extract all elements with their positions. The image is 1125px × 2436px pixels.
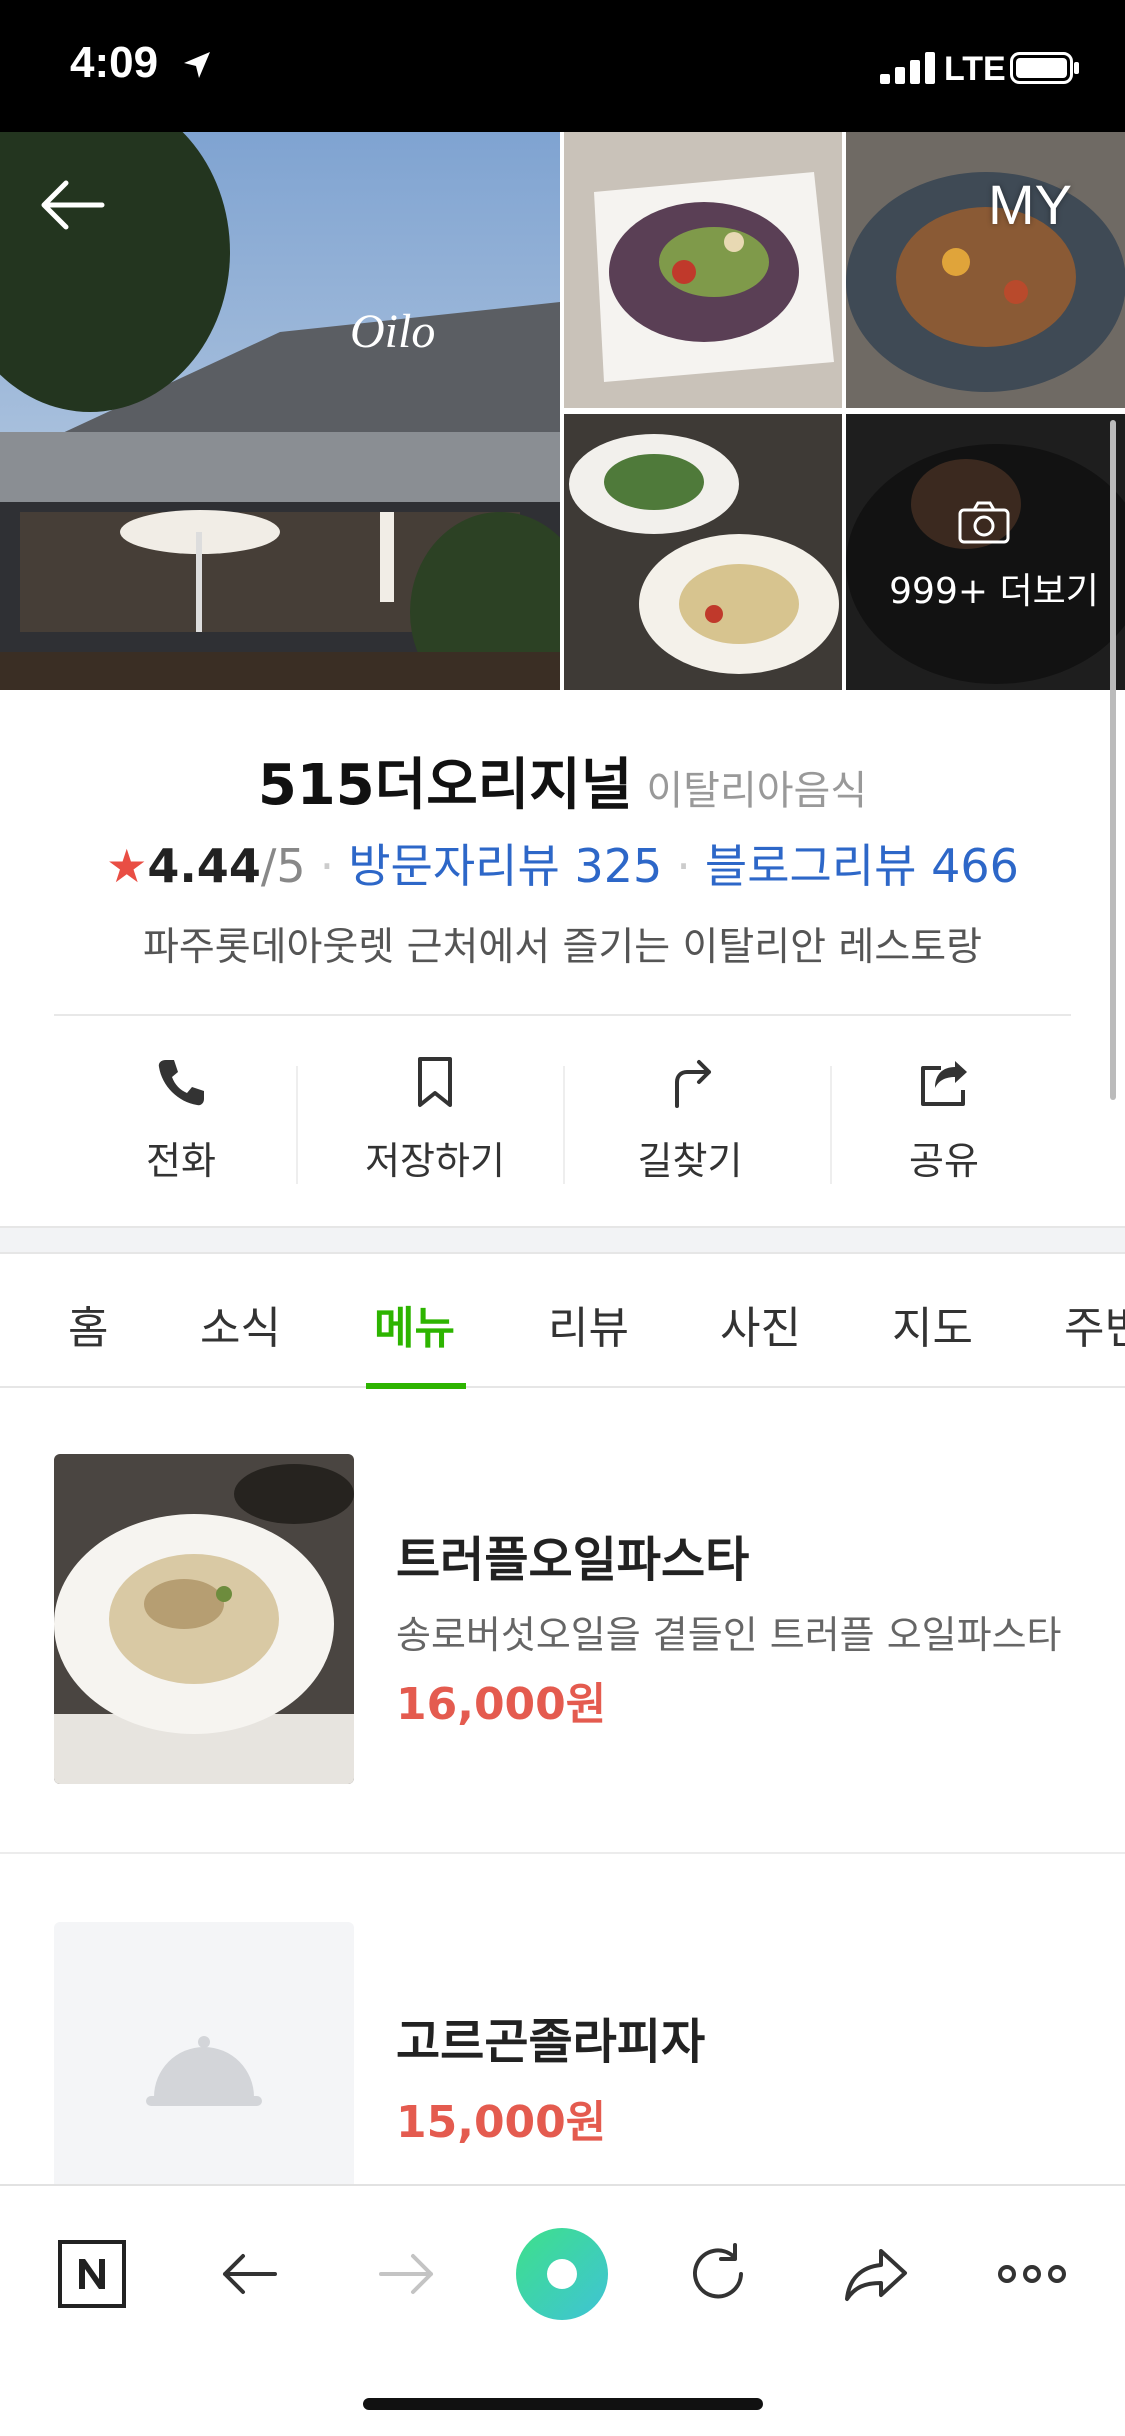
call-button[interactable]: 전화 bbox=[54, 1018, 308, 1218]
separator-dot: · bbox=[319, 839, 335, 893]
share-icon bbox=[921, 1061, 967, 1106]
place-description: 파주롯데아웃렛 근처에서 즐기는 이탈리안 레스토랑 bbox=[143, 925, 982, 970]
share-button[interactable]: 공유 bbox=[817, 1018, 1071, 1218]
bookmark-icon bbox=[418, 1057, 452, 1107]
menu-item[interactable]: 트러플오일파스타 송로버섯오일을 곁들인 트러플 오일파스타 16,000원 bbox=[0, 1454, 1125, 1854]
blog-reviews-link[interactable]: 블로그리뷰 466 bbox=[705, 839, 1019, 893]
back-button[interactable] bbox=[202, 2226, 298, 2322]
status-time: 4:09 bbox=[70, 38, 159, 87]
place-title: 515더오리지널 이탈리아음식 bbox=[0, 740, 1125, 821]
camera-icon bbox=[958, 501, 1010, 544]
my-button[interactable]: MY bbox=[988, 172, 1072, 237]
divider bbox=[54, 1014, 1071, 1016]
scrollbar[interactable] bbox=[1110, 420, 1116, 1100]
place-name: 515더오리지널 bbox=[257, 753, 633, 818]
photo-dishes[interactable] bbox=[564, 414, 842, 690]
action-label: 전화 bbox=[146, 1139, 216, 1183]
rating-max: /5 bbox=[260, 839, 306, 893]
green-dot-icon bbox=[516, 2228, 608, 2320]
visitor-reviews-link[interactable]: 방문자리뷰 325 bbox=[348, 839, 662, 893]
star-icon: ★ bbox=[106, 839, 148, 893]
network-type: LTE bbox=[944, 50, 1006, 88]
directions-icon bbox=[675, 1060, 711, 1108]
tab-reviews[interactable]: 리뷰 bbox=[548, 1292, 629, 1356]
action-bar: 전화 저장하기 길찾기 공유 bbox=[54, 1018, 1071, 1218]
active-tab-indicator bbox=[366, 1383, 466, 1389]
arrow-left-icon bbox=[223, 2254, 277, 2294]
action-label: 공유 bbox=[909, 1139, 979, 1183]
refresh-button[interactable] bbox=[670, 2226, 766, 2322]
menu-description: 송로버섯오일을 곁들인 트러플 오일파스타 bbox=[396, 1613, 1062, 1657]
phone-icon bbox=[158, 1060, 204, 1106]
section-divider bbox=[0, 1226, 1125, 1254]
tab-home[interactable]: 홈 bbox=[68, 1292, 108, 1356]
photo-more[interactable] bbox=[846, 414, 1125, 690]
divider bbox=[0, 1852, 1125, 1854]
photo-salad[interactable] bbox=[564, 132, 842, 408]
more-photos-label[interactable]: 999+ 더보기 bbox=[884, 562, 1104, 614]
forward-button[interactable] bbox=[358, 2226, 454, 2322]
tab-map[interactable]: 지도 bbox=[892, 1292, 973, 1356]
menu-name: 트러플오일파스타 bbox=[396, 1532, 750, 1588]
action-label: 길찾기 bbox=[637, 1139, 743, 1183]
more-options-button[interactable] bbox=[984, 2226, 1080, 2322]
battery-icon bbox=[1010, 52, 1079, 84]
rating-row: ★4.44/5 · 방문자리뷰 325 · 블로그리뷰 466 bbox=[0, 830, 1125, 896]
green-dot-button[interactable] bbox=[514, 2226, 610, 2322]
separator-dot: · bbox=[676, 839, 691, 893]
action-label: 저장하기 bbox=[365, 1139, 505, 1183]
naver-n-icon bbox=[58, 2240, 126, 2308]
signal-icon bbox=[880, 52, 935, 84]
tab-bar: 홈 소식 메뉴 리뷰 사진 지도 주변 bbox=[0, 1254, 1125, 1388]
tab-nearby[interactable]: 주변 bbox=[1064, 1292, 1125, 1356]
action-separator bbox=[296, 1066, 298, 1184]
share-arrow-icon bbox=[845, 2249, 907, 2301]
svg-text:Oilo: Oilo bbox=[350, 305, 435, 358]
location-arrow-icon bbox=[184, 52, 210, 78]
photo-pasta[interactable] bbox=[846, 132, 1125, 408]
place-category: 이탈리아음식 bbox=[646, 768, 868, 814]
status-bar: 4:09 LTE bbox=[0, 0, 1125, 132]
refresh-icon bbox=[693, 2243, 743, 2299]
arrow-right-icon bbox=[379, 2254, 433, 2294]
home-indicator[interactable] bbox=[363, 2398, 763, 2410]
back-arrow-icon[interactable] bbox=[36, 175, 108, 235]
menu-photo bbox=[54, 1454, 354, 1784]
menu-name: 고르곤졸라피자 bbox=[396, 2014, 706, 2070]
menu-price: 16,000원 bbox=[396, 1679, 607, 1730]
naver-home-button[interactable] bbox=[44, 2226, 140, 2322]
directions-button[interactable]: 길찾기 bbox=[563, 1018, 817, 1218]
more-dots-icon bbox=[998, 2265, 1066, 2283]
share-page-button[interactable] bbox=[828, 2226, 924, 2322]
tab-menu[interactable]: 메뉴 bbox=[374, 1292, 455, 1356]
menu-price: 15,000원 bbox=[396, 2097, 607, 2148]
rating-value: 4.44 bbox=[147, 839, 261, 893]
tab-news[interactable]: 소식 bbox=[200, 1292, 281, 1356]
menu-item[interactable]: 고르곤졸라피자 15,000원 bbox=[0, 1922, 1125, 2252]
save-button[interactable]: 저장하기 bbox=[308, 1018, 562, 1218]
tab-photos[interactable]: 사진 bbox=[720, 1292, 801, 1356]
